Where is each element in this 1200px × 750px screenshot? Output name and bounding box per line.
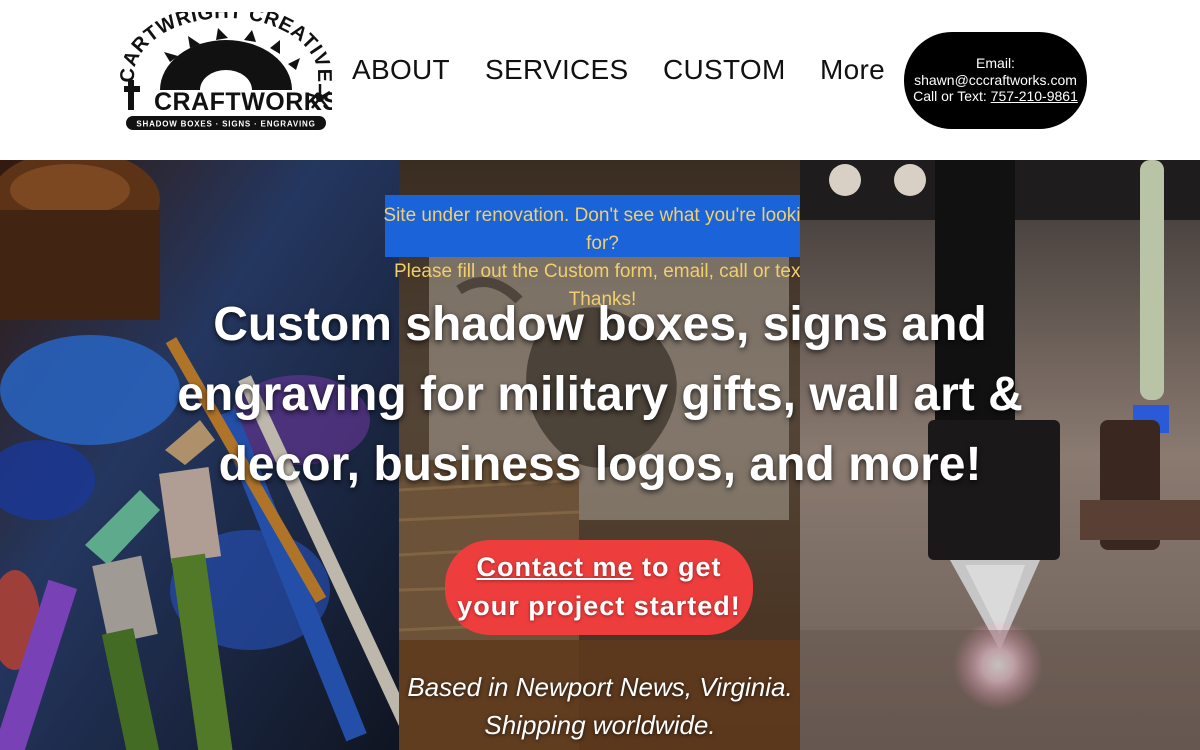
location-tagline: Based in Newport News, Virginia. Shippin… xyxy=(350,668,850,744)
phone-link[interactable]: 757-210-9861 xyxy=(991,88,1078,104)
phone-prefix: Call or Text: xyxy=(913,88,991,104)
nav-item-services[interactable]: SERVICES xyxy=(485,54,629,86)
email-label: Email: xyxy=(976,55,1015,71)
logo-sub-text: SHADOW BOXES · SIGNS · ENGRAVING xyxy=(136,120,315,129)
tagline-location: Based in Newport News, Virginia. xyxy=(407,672,793,702)
nav-item-about[interactable]: ABOUT xyxy=(352,54,450,86)
tagline-shipping: Shipping worldwide. xyxy=(484,710,716,740)
contact-cta-button[interactable]: Contact me to get your project started! xyxy=(445,540,753,635)
logo-graphic: CARTWRIGHT CREATIVE CRAFTWORKS SHADOW BO… xyxy=(117,1,339,130)
logo-main-text: CRAFTWORKS xyxy=(154,88,332,116)
hero-headline: Custom shadow boxes, signs and engraving… xyxy=(177,298,1023,491)
hero-section: Site under renovation. Don't see what yo… xyxy=(0,160,1200,750)
site-header: CARTWRIGHT CREATIVE CRAFTWORKS SHADOW BO… xyxy=(0,0,1200,160)
site-logo[interactable]: CARTWRIGHT CREATIVE CRAFTWORKS SHADOW BO… xyxy=(117,1,339,134)
contact-info-pill: Email: shawn@cccraftworks.com Call or Te… xyxy=(904,32,1087,129)
contact-me-link[interactable]: Contact me xyxy=(476,552,633,582)
nav-item-more[interactable]: More xyxy=(820,54,885,86)
renovation-notice-line-1: Site under renovation. Don't see what yo… xyxy=(383,205,800,254)
nav-item-custom[interactable]: CUSTOM xyxy=(663,54,786,86)
phone-line: Call or Text: 757-210-9861 xyxy=(904,88,1087,105)
email-address: shawn@cccraftworks.com xyxy=(914,71,1077,88)
